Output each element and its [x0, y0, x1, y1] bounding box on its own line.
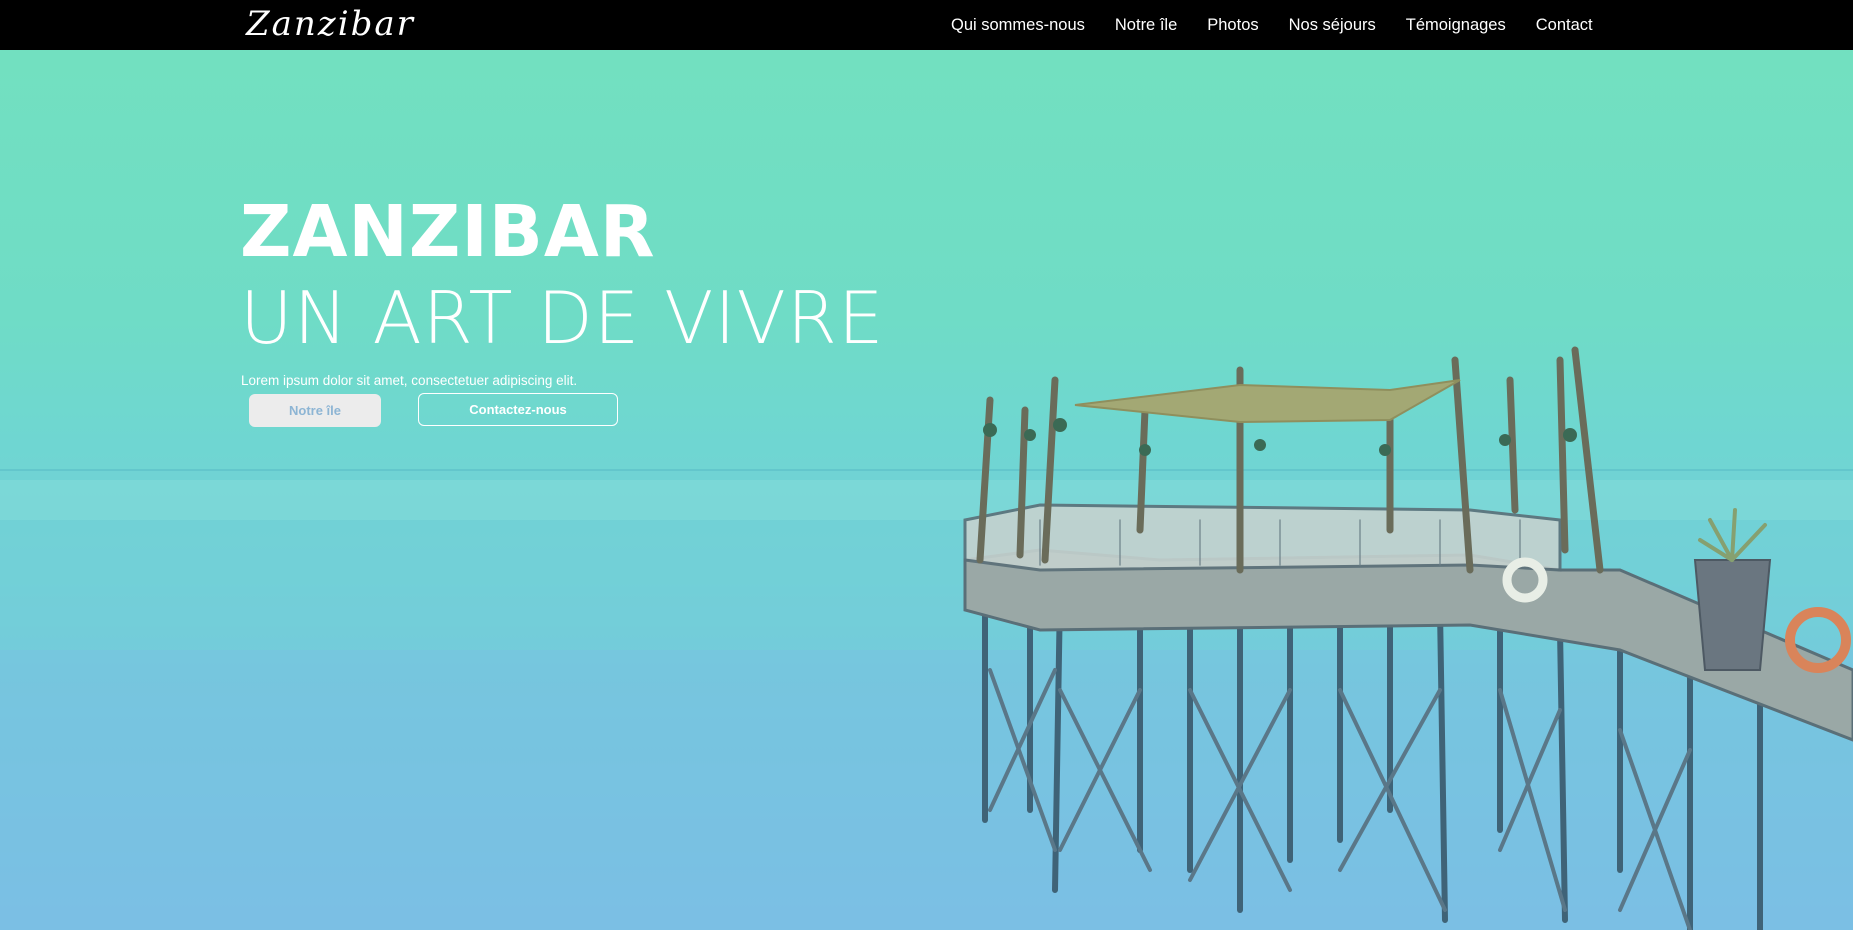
- top-navbar: Zanzibar Qui sommes-nous Notre île Photo…: [0, 0, 1853, 50]
- hero-subtitle: UN ART DE VIVRE: [240, 276, 885, 360]
- hero-section: ZANZIBAR UN ART DE VIVRE Lorem ipsum dol…: [0, 50, 1853, 930]
- nav-item-temoignages[interactable]: Témoignages: [1406, 16, 1506, 35]
- hero-title: ZANZIBAR: [240, 190, 656, 273]
- nav-item-nos-sejours[interactable]: Nos séjours: [1289, 16, 1376, 35]
- brand-logo[interactable]: Zanzibar: [246, 4, 415, 44]
- hero-description: Lorem ipsum dolor sit amet, consectetuer…: [241, 373, 578, 388]
- nav-item-qui-sommes-nous[interactable]: Qui sommes-nous: [951, 16, 1085, 35]
- nav-item-photos[interactable]: Photos: [1207, 16, 1258, 35]
- nav-item-notre-ile[interactable]: Notre île: [1115, 16, 1177, 35]
- contactez-nous-button[interactable]: Contactez-nous: [418, 393, 618, 426]
- nav-menu: Qui sommes-nous Notre île Photos Nos séj…: [951, 0, 1623, 50]
- notre-ile-button[interactable]: Notre île: [249, 394, 381, 427]
- hero-background-image: [0, 346, 1853, 930]
- nav-item-contact[interactable]: Contact: [1536, 16, 1593, 35]
